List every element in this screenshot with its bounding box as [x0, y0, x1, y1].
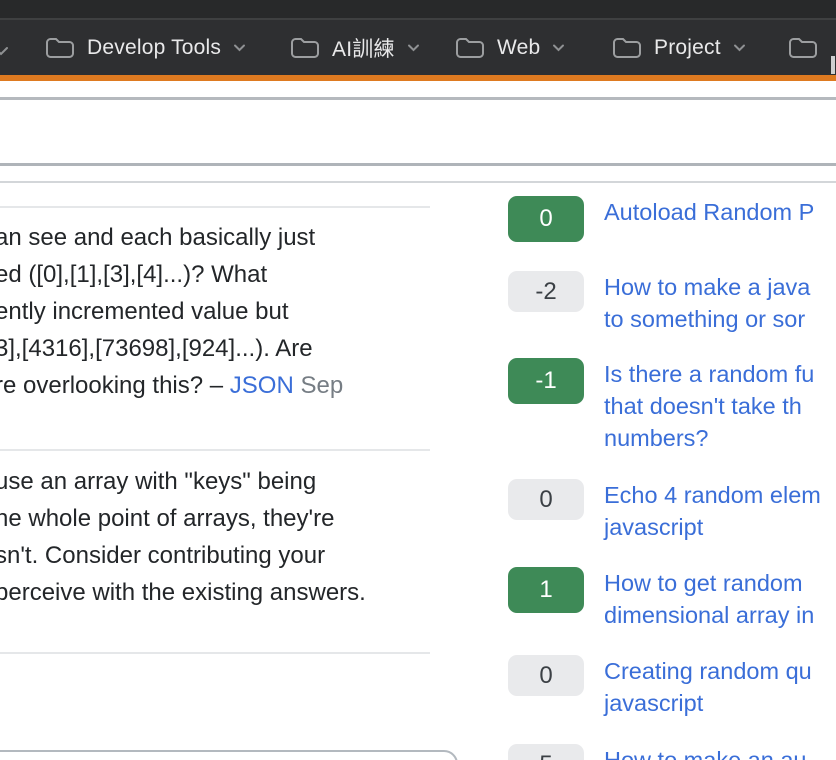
add-comment-textarea[interactable]: [0, 750, 458, 760]
related-question-link[interactable]: Creating random qu javascript: [604, 655, 812, 719]
comment: an see and each basically just ed ([0],[…: [0, 219, 440, 404]
bookmark-folder-label: Develop Tools: [87, 36, 221, 60]
related-question-link[interactable]: How to make a java to something or sor: [604, 271, 810, 335]
comment-text-line: ently incremented value but: [0, 293, 440, 330]
comment: use an array with "keys" being he whole …: [0, 463, 440, 611]
folder-icon: [45, 36, 75, 60]
folder-icon: [612, 36, 642, 60]
vote-score-badge: -2: [508, 271, 584, 312]
related-question-link[interactable]: Is there a random fu that doesn't take t…: [604, 358, 814, 454]
chevron-down-icon: [552, 44, 565, 52]
browser-window: Develop Tools AI訓練 Web: [0, 0, 836, 760]
comment-text-line: an see and each basically just: [0, 219, 440, 256]
vote-score-badge: 1: [508, 567, 584, 613]
folder-icon: [455, 36, 485, 60]
related-question-row: -1 Is there a random fu that doesn't tak…: [508, 358, 814, 454]
section-divider: [0, 181, 836, 183]
comment-separator: [0, 449, 430, 451]
section-divider: [0, 163, 836, 166]
bookmark-folder-ai-training[interactable]: AI訓練: [290, 20, 420, 75]
comment-text-line: perceive with the existing answers.: [0, 574, 440, 611]
related-question-link[interactable]: Autoload Random P: [604, 196, 814, 228]
bookmark-folder-label: Project: [654, 36, 721, 60]
vote-score-badge: 0: [508, 479, 584, 520]
comment-text-line: ed ([0],[1],[3],[4]...)? What: [0, 256, 440, 293]
related-question-link[interactable]: How to get random dimensional array in: [604, 567, 814, 631]
comment-date: Sep: [300, 372, 343, 399]
bookmarks-bar: Develop Tools AI訓練 Web: [0, 20, 836, 75]
page-accent-bar: [0, 75, 836, 81]
comment-text-line: 3],[4316],[73698],[924]...). Are: [0, 330, 440, 367]
related-question-row: 1 How to get random dimensional array in: [508, 567, 814, 631]
bookmark-folder-label: Web: [497, 36, 540, 60]
comment-author-link[interactable]: JSON: [230, 372, 294, 399]
comment-text: re overlooking this? –: [0, 372, 230, 399]
related-question-link[interactable]: Echo 4 random elem javascript: [604, 479, 821, 543]
chevron-down-icon: [733, 44, 746, 52]
comment-text-line: re overlooking this? – JSON Sep: [0, 367, 440, 404]
bookmark-folder-project[interactable]: Project: [612, 20, 746, 75]
chevron-down-icon: [0, 43, 9, 61]
related-question-row: 5 How to make an au: [508, 744, 806, 760]
bookmark-label-sliver: [831, 56, 835, 74]
bookmark-folder-web[interactable]: Web: [455, 20, 565, 75]
chevron-down-icon: [407, 44, 420, 52]
vote-score-badge: 0: [508, 196, 584, 242]
bookmark-folder-label: AI訓練: [332, 33, 395, 63]
folder-icon: [290, 36, 320, 60]
related-question-row: 0 Creating random qu javascript: [508, 655, 812, 719]
related-question-row: 0 Autoload Random P: [508, 196, 814, 242]
comment-separator: [0, 652, 430, 654]
tab-strip: [0, 0, 836, 18]
bookmark-folder-partial[interactable]: [788, 20, 818, 75]
related-question-row: -2 How to make a java to something or so…: [508, 271, 810, 335]
related-question-row: 0 Echo 4 random elem javascript: [508, 479, 821, 543]
bookmark-folder-develop-tools[interactable]: Develop Tools: [45, 20, 246, 75]
vote-score-badge: 0: [508, 655, 584, 696]
section-divider: [0, 97, 836, 100]
folder-icon: [788, 36, 818, 60]
comment-text-line: use an array with "keys" being: [0, 463, 440, 500]
related-question-link[interactable]: How to make an au: [604, 744, 806, 760]
vote-score-badge: 5: [508, 744, 584, 760]
chevron-down-icon: [233, 44, 246, 52]
comment-text-line: sn't. Consider contributing your: [0, 537, 440, 574]
comment-separator: [0, 206, 430, 208]
comment-text-line: he whole point of arrays, they're: [0, 500, 440, 537]
vote-score-badge: -1: [508, 358, 584, 404]
